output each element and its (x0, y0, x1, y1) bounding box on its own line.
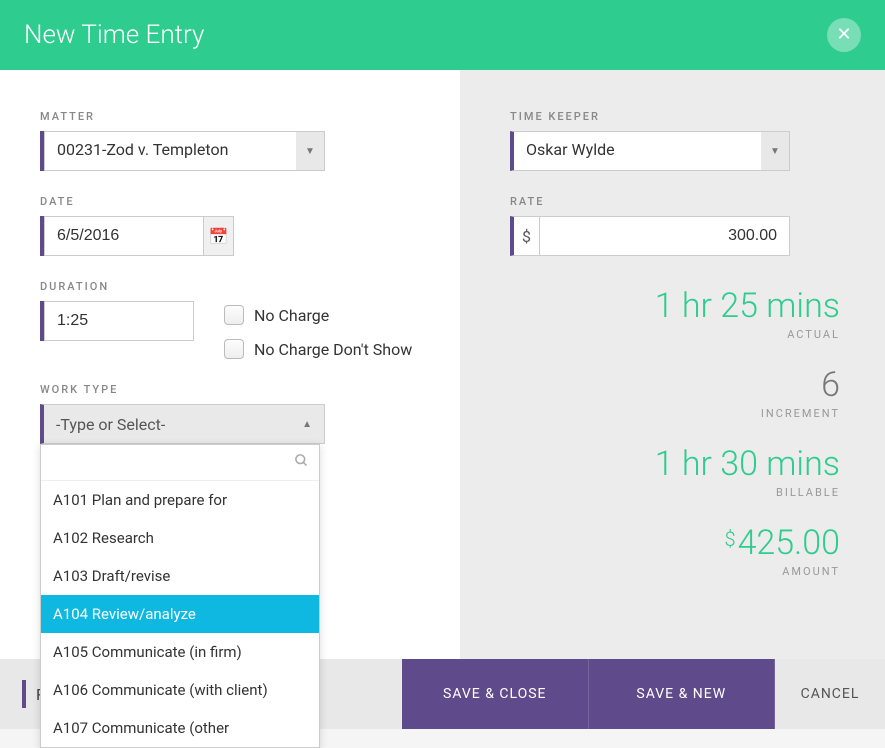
rate-field-group: RATE $ (510, 195, 840, 256)
work-type-option[interactable]: A103 Draft/revise (41, 557, 319, 595)
actual-label: ACTUAL (510, 328, 840, 341)
amount-value: $425.00 (510, 523, 840, 563)
checkbox-icon (224, 305, 244, 325)
summary-amount: $425.00 AMOUNT (510, 523, 840, 578)
chevron-down-icon[interactable]: ▼ (296, 132, 324, 170)
cancel-button[interactable]: CANCEL (775, 659, 885, 729)
billable-label: BILLABLE (510, 486, 840, 499)
modal-body: MATTER 00231-Zod v. Templeton ▼ DATE 📅 D… (0, 70, 885, 660)
date-input[interactable] (44, 216, 204, 256)
save-close-label: SAVE & CLOSE (443, 686, 547, 702)
no-charge-checkbox[interactable]: No Charge (224, 305, 412, 325)
work-type-combobox[interactable]: -Type or Select- ▲ (40, 404, 325, 444)
close-icon: ✕ (836, 26, 851, 44)
time-summary: 1 hr 25 mins ACTUAL 6 INCREMENT 1 hr 30 … (510, 286, 840, 578)
billable-value: 1 hr 30 mins (510, 444, 840, 484)
date-label: DATE (40, 195, 420, 208)
work-type-option[interactable]: A106 Communicate (with client) (41, 671, 319, 709)
chevron-down-icon[interactable]: ▼ (761, 132, 789, 170)
work-type-option[interactable]: A105 Communicate (in firm) (41, 633, 319, 671)
work-type-option[interactable]: A101 Plan and prepare for (41, 481, 319, 519)
currency-symbol: $ (510, 216, 540, 256)
summary-increment: 6 INCREMENT (510, 365, 840, 420)
modal-title: New Time Entry (24, 20, 204, 50)
form-left-panel: MATTER 00231-Zod v. Templeton ▼ DATE 📅 D… (0, 70, 460, 660)
accent-bar (22, 680, 26, 708)
matter-label: MATTER (40, 110, 420, 123)
no-charge-dont-show-checkbox[interactable]: No Charge Don't Show (224, 339, 412, 359)
chevron-up-icon: ▲ (302, 419, 312, 430)
search-icon (294, 453, 309, 472)
work-type-option[interactable]: A104 Review/analyze (41, 595, 319, 633)
summary-actual: 1 hr 25 mins ACTUAL (510, 286, 840, 341)
timekeeper-value: Oskar Wylde (510, 131, 790, 171)
duration-field-group: DURATION No Charge No Charge Don't Show (40, 280, 420, 359)
work-type-field-group: WORK TYPE -Type or Select- ▲ A101 Plan a… (40, 383, 420, 444)
amount-label: AMOUNT (510, 565, 840, 578)
duration-label: DURATION (40, 280, 420, 293)
matter-select[interactable]: 00231-Zod v. Templeton ▼ (40, 131, 325, 171)
timekeeper-select[interactable]: Oskar Wylde ▼ (510, 131, 790, 171)
amount-number: 425.00 (738, 523, 840, 563)
calendar-icon: 📅 (209, 227, 229, 246)
actual-value: 1 hr 25 mins (510, 286, 840, 326)
save-new-label: SAVE & NEW (636, 686, 726, 702)
work-type-label: WORK TYPE (40, 383, 420, 396)
dropdown-list[interactable]: A101 Plan and prepare forA102 ResearchA1… (41, 481, 319, 747)
amount-currency: $ (724, 527, 735, 551)
close-button[interactable]: ✕ (827, 18, 861, 52)
increment-value: 6 (510, 365, 840, 405)
rate-label: RATE (510, 195, 840, 208)
increment-label: INCREMENT (510, 407, 840, 420)
save-and-new-button[interactable]: SAVE & NEW (589, 659, 776, 729)
no-charge-label: No Charge (254, 306, 329, 325)
modal-header: New Time Entry ✕ (0, 0, 885, 70)
work-type-option[interactable]: A102 Research (41, 519, 319, 557)
timekeeper-field-group: TIME KEEPER Oskar Wylde ▼ (510, 110, 840, 171)
rate-input[interactable] (540, 216, 790, 256)
date-field-group: DATE 📅 (40, 195, 420, 256)
save-and-close-button[interactable]: SAVE & CLOSE (402, 659, 589, 729)
cancel-label: CANCEL (801, 686, 860, 702)
summary-billable: 1 hr 30 mins BILLABLE (510, 444, 840, 499)
work-type-dropdown: A101 Plan and prepare forA102 ResearchA1… (40, 444, 320, 748)
work-type-option[interactable]: A107 Communicate (other (41, 709, 319, 747)
timekeeper-label: TIME KEEPER (510, 110, 840, 123)
checkbox-icon (224, 339, 244, 359)
summary-right-panel: TIME KEEPER Oskar Wylde ▼ RATE $ 1 hr 25… (460, 70, 885, 660)
duration-input[interactable] (44, 301, 194, 341)
matter-field-group: MATTER 00231-Zod v. Templeton ▼ (40, 110, 420, 171)
calendar-button[interactable]: 📅 (204, 216, 234, 256)
dropdown-search[interactable] (41, 445, 319, 481)
matter-value: 00231-Zod v. Templeton (44, 131, 325, 171)
duration-checkboxes: No Charge No Charge Don't Show (224, 301, 412, 359)
work-type-placeholder: -Type or Select- (56, 415, 165, 434)
no-charge-dont-show-label: No Charge Don't Show (254, 340, 412, 359)
